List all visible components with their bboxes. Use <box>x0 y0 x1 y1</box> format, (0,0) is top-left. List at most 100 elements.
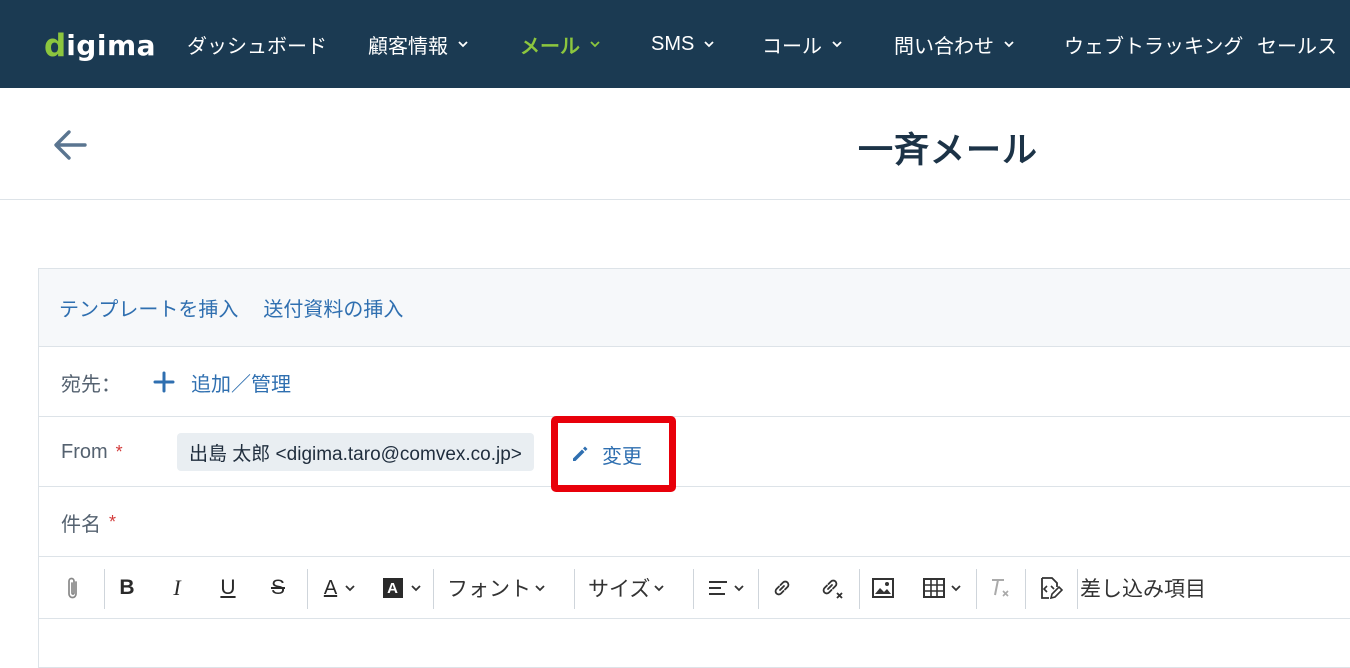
background-color-button[interactable]: A <box>379 557 425 619</box>
remove-link-button[interactable] <box>816 557 848 619</box>
from-row: From * 出島 太郎 <digima.taro@comvex.co.jp> 変… <box>39 416 1350 492</box>
code-edit-icon <box>1037 575 1063 601</box>
insert-link-button[interactable] <box>767 557 797 619</box>
paperclip-icon <box>64 575 82 601</box>
font-size-dropdown[interactable]: サイズ <box>588 557 678 619</box>
nav-item-inquiry[interactable]: 問い合わせ <box>894 30 1015 58</box>
insert-table-dropdown[interactable] <box>917 557 967 619</box>
font-size-label: サイズ <box>588 578 651 601</box>
pencil-icon <box>570 444 590 464</box>
top-navigation: d igima ダッシュボード 顧客情報 メール SMS コール 問い合わせ ウェ… <box>0 0 1350 88</box>
required-mark: * <box>109 511 117 532</box>
source-edit-button[interactable] <box>1034 557 1066 619</box>
nav-item-dashboard[interactable]: ダッシュボード <box>187 30 327 58</box>
nav-item-customer-info[interactable]: 顧客情報 <box>368 30 469 58</box>
unlink-icon <box>819 576 845 600</box>
toolbar-divider <box>1025 569 1026 609</box>
from-address-chip: 出島 太郎 <digima.taro@comvex.co.jp> <box>177 433 534 471</box>
nav-item-label: SMS <box>651 32 695 55</box>
required-mark: * <box>115 441 123 462</box>
toolbar-divider <box>307 569 308 609</box>
toolbar-divider <box>859 569 860 609</box>
attachment-button[interactable] <box>59 557 87 619</box>
toolbar-divider <box>976 569 977 609</box>
from-label: From * <box>61 417 123 487</box>
toolbar-divider <box>1077 569 1078 609</box>
merge-fields-label: 差し込み項目 <box>1080 578 1206 601</box>
font-family-dropdown[interactable]: フォント <box>447 557 557 619</box>
strikethrough-button[interactable]: S <box>264 557 292 619</box>
digima-logo[interactable]: d igima <box>44 26 157 64</box>
chevron-down-icon <box>1003 38 1015 50</box>
add-manage-label: 追加／管理 <box>191 373 291 396</box>
table-icon <box>922 578 945 598</box>
arrow-left-icon <box>52 130 88 166</box>
toolbar-divider <box>104 569 105 609</box>
link-icon <box>771 577 793 599</box>
font-color-button[interactable]: A <box>317 557 363 619</box>
chevron-down-icon <box>457 38 469 50</box>
nav-item-label: コール <box>762 35 822 58</box>
chevron-down-icon <box>703 38 715 50</box>
add-manage-recipients-button[interactable]: 追加／管理 <box>153 347 291 417</box>
insert-image-button[interactable] <box>868 557 898 619</box>
nav-item-label: 問い合わせ <box>894 35 994 58</box>
underline-icon: U <box>220 576 236 599</box>
background-color-icon: A <box>382 578 403 598</box>
chevron-down-icon <box>831 38 843 50</box>
recipient-row: 宛先： 追加／管理 <box>39 347 1350 417</box>
clear-formatting-button[interactable] <box>985 557 1015 619</box>
subject-row[interactable]: 件名 * <box>39 487 1350 557</box>
editor-toolbar: B I U S A A フォント サイズ 差し込み項目 <box>39 557 1350 619</box>
page-title: 一斉メール <box>858 131 1039 170</box>
underline-button[interactable]: U <box>214 557 242 619</box>
from-label-text: From <box>61 440 108 463</box>
strikethrough-icon: S <box>270 576 285 599</box>
chevron-down-icon <box>410 582 422 594</box>
font-family-label: フォント <box>447 578 531 601</box>
page-header: 一斉メール <box>0 88 1350 200</box>
align-left-icon <box>708 579 728 597</box>
back-button[interactable] <box>52 128 88 162</box>
recipient-label: 宛先： <box>61 373 121 396</box>
nav-item-label: メール <box>520 35 580 58</box>
nav-item-sales[interactable]: セールス <box>1257 30 1337 58</box>
toolbar-divider <box>433 569 434 609</box>
insert-toolbar: テンプレートを挿入 送付資料の挿入 <box>39 269 1350 347</box>
chevron-down-icon <box>589 38 601 50</box>
subject-label-text: 件名 <box>61 513 101 536</box>
merge-fields-button[interactable]: 差し込み項目 <box>1080 557 1220 619</box>
text-align-dropdown[interactable] <box>703 557 749 619</box>
insert-attachment-link[interactable]: 送付資料の挿入 <box>263 293 403 322</box>
nav-item-mail[interactable]: メール <box>520 30 601 58</box>
chevron-down-icon <box>950 582 962 594</box>
italic-button[interactable]: I <box>163 557 191 619</box>
italic-icon: I <box>173 575 181 600</box>
toolbar-divider <box>574 569 575 609</box>
toolbar-divider <box>693 569 694 609</box>
nav-item-sms[interactable]: SMS <box>651 30 715 58</box>
compose-panel: テンプレートを挿入 送付資料の挿入 宛先： 追加／管理 From * 出島 太郎 … <box>38 268 1350 668</box>
nav-item-label: セールス <box>1257 35 1337 58</box>
chevron-down-icon <box>653 582 665 594</box>
image-icon <box>872 578 894 598</box>
clear-format-icon <box>988 577 1012 599</box>
chevron-down-icon <box>733 582 745 594</box>
font-color-icon: A <box>323 576 338 599</box>
change-sender-label: 変更 <box>602 445 642 468</box>
toolbar-divider <box>758 569 759 609</box>
nav-item-label: ウェブトラッキング <box>1064 35 1244 58</box>
bold-button[interactable]: B <box>113 557 141 619</box>
nav-item-label: 顧客情報 <box>368 35 448 58</box>
logo-mark: d <box>44 28 67 64</box>
logo-text: igima <box>66 29 157 62</box>
chevron-down-icon <box>344 582 356 594</box>
chevron-down-icon <box>534 582 546 594</box>
nav-item-label: ダッシュボード <box>187 35 327 58</box>
insert-template-link[interactable]: テンプレートを挿入 <box>59 293 238 322</box>
change-sender-button[interactable]: 変更 <box>551 416 676 492</box>
nav-item-call[interactable]: コール <box>762 30 843 58</box>
subject-label: 件名 * <box>61 487 116 557</box>
nav-item-web-tracking[interactable]: ウェブトラッキング <box>1064 30 1243 58</box>
plus-icon <box>153 371 175 393</box>
